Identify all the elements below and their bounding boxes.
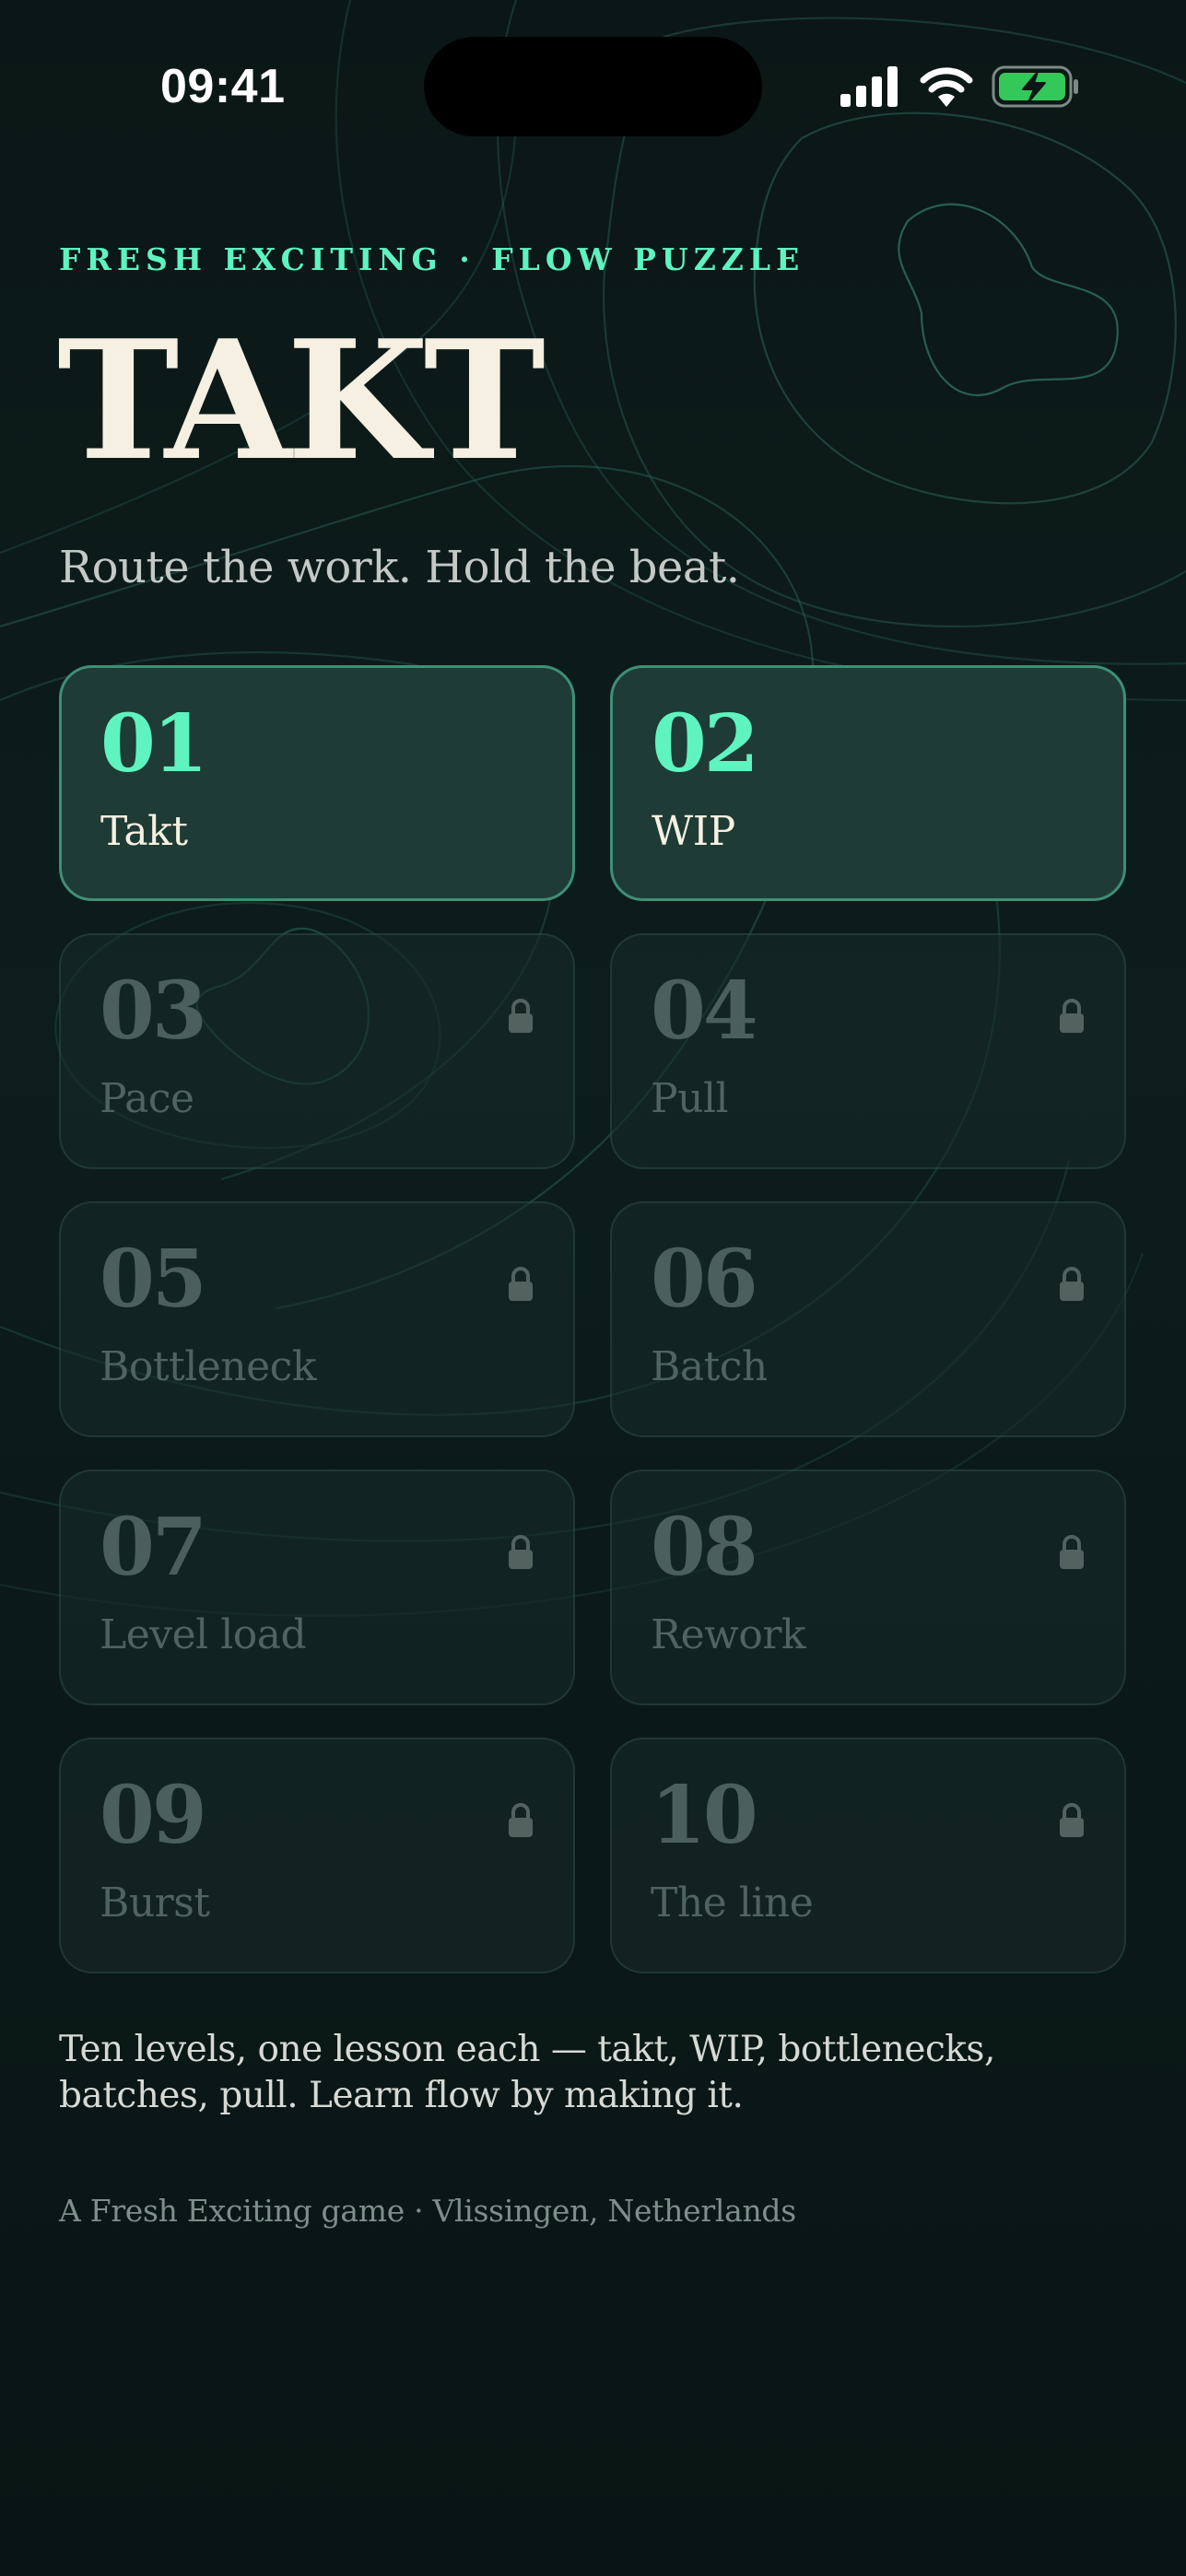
- level-name: Rework: [651, 1611, 806, 1658]
- level-name: Level load: [100, 1611, 307, 1658]
- game-description: Ten levels, one lesson each — takt, WIP,…: [59, 2029, 995, 2116]
- level-card-06[interactable]: 06 Batch: [610, 1201, 1126, 1437]
- level-name: Pull: [651, 1075, 729, 1122]
- lock-icon: [509, 1803, 533, 1837]
- game-title: TAKT: [57, 304, 546, 497]
- lock-icon: [509, 1535, 533, 1569]
- tagline: Route the work. Hold the beat.: [59, 542, 740, 593]
- level-number: 06: [651, 1233, 758, 1326]
- level-card-08[interactable]: 08 Rework: [610, 1469, 1126, 1705]
- level-card-04[interactable]: 04 Pull: [610, 933, 1126, 1169]
- level-name: The line: [651, 1879, 814, 1926]
- level-name: Batch: [651, 1343, 768, 1390]
- lock-icon: [509, 999, 533, 1033]
- lock-icon: [509, 1267, 533, 1301]
- level-number: 10: [651, 1769, 758, 1862]
- level-name: Bottleneck: [100, 1343, 316, 1390]
- level-number: 01: [100, 697, 208, 790]
- level-card-10[interactable]: 10 The line: [610, 1738, 1126, 1973]
- level-card-03[interactable]: 03 Pace: [59, 933, 575, 1169]
- level-card-05[interactable]: 05 Bottleneck: [59, 1201, 575, 1437]
- level-card-01[interactable]: 01 Takt: [59, 665, 575, 901]
- signal-icon: [840, 66, 898, 107]
- level-card-02[interactable]: 02 WIP: [610, 665, 1126, 901]
- status-bar: 09:41: [0, 0, 1186, 175]
- level-number: 05: [100, 1233, 207, 1326]
- studio-eyebrow: FRESH EXCITING · FLOW PUZZLE: [59, 241, 805, 277]
- level-card-09[interactable]: 09 Burst: [59, 1738, 575, 1973]
- status-time: 09:41: [160, 60, 286, 113]
- wifi-icon: [920, 67, 973, 107]
- level-name: WIP: [652, 808, 735, 855]
- lock-icon: [1060, 999, 1084, 1033]
- level-grid: 01 Takt 02 WIP 03 Pace 04 Pull 05 Bottle…: [59, 665, 1127, 1973]
- level-number: 04: [651, 965, 758, 1058]
- lock-icon: [1060, 1803, 1084, 1837]
- lock-icon: [1060, 1267, 1084, 1301]
- level-number: 08: [651, 1501, 758, 1594]
- level-number: 09: [100, 1769, 207, 1862]
- studio-credit: A Fresh Exciting game · Vlissingen, Neth…: [59, 2193, 796, 2229]
- level-name: Burst: [100, 1879, 210, 1926]
- level-number: 03: [100, 965, 207, 1058]
- dynamic-island: [424, 37, 762, 136]
- lock-icon: [1060, 1535, 1084, 1569]
- battery-charging-icon: [992, 65, 1078, 108]
- level-name: Pace: [100, 1075, 194, 1122]
- level-name: Takt: [100, 808, 188, 855]
- level-number: 07: [100, 1501, 207, 1594]
- level-number: 02: [652, 697, 759, 790]
- level-card-07[interactable]: 07 Level load: [59, 1469, 575, 1705]
